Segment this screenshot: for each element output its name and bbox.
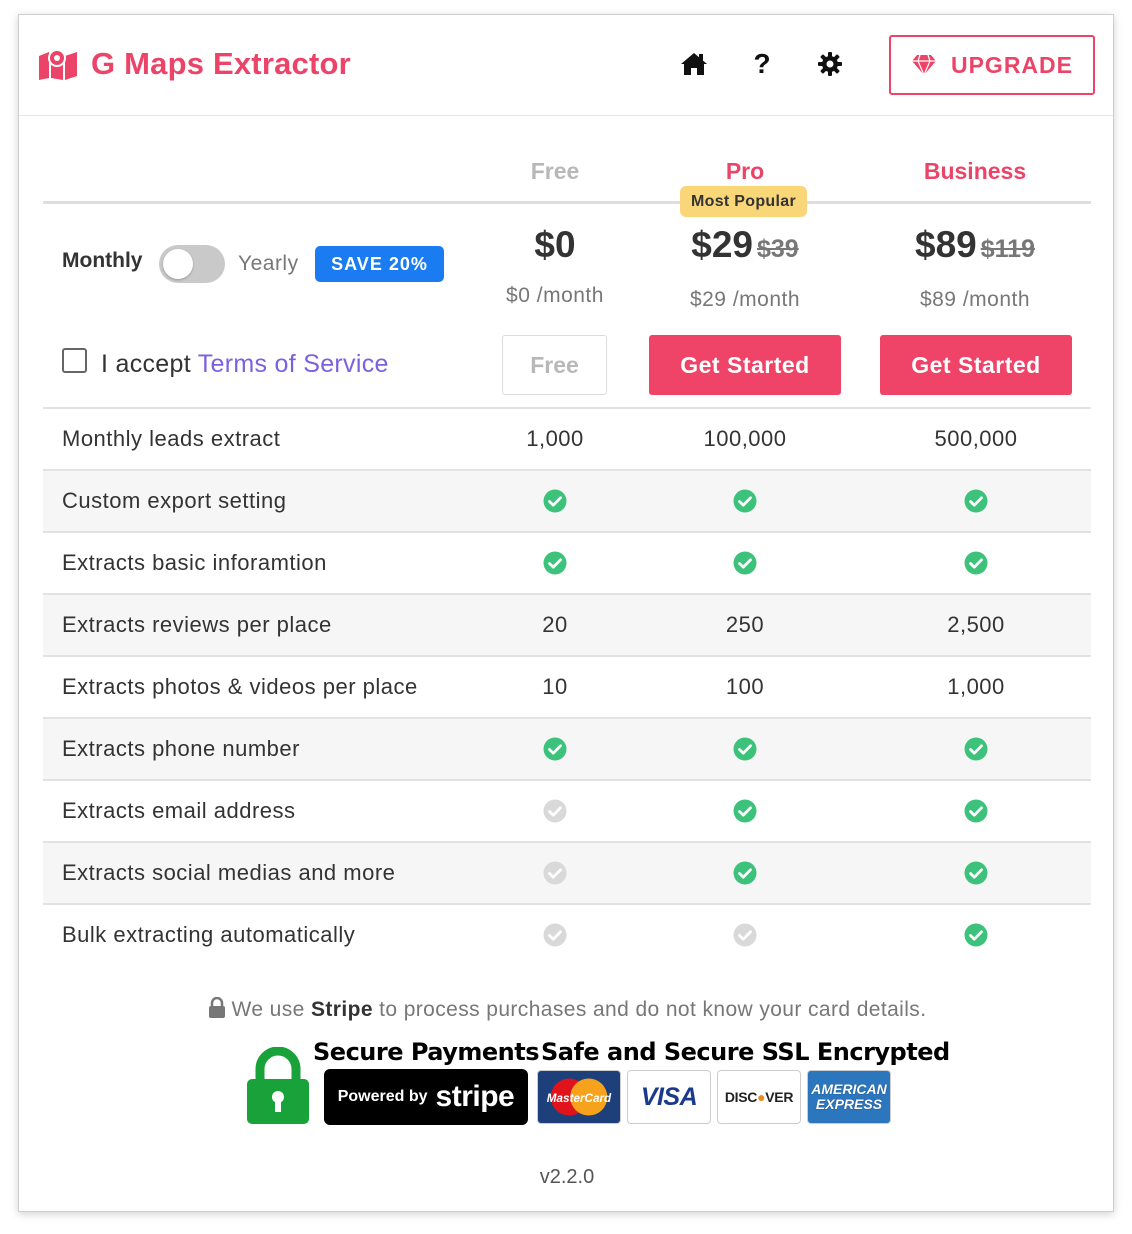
features-table: Monthly leads extract 1,000 100,000 500,000… bbox=[43, 407, 1091, 967]
check-included-icon bbox=[645, 781, 845, 841]
stripe-logo: stripe bbox=[435, 1080, 515, 1113]
stripe-note: We use Stripe to process purchases and d… bbox=[19, 997, 1115, 1022]
feature-value: 500,000 bbox=[934, 426, 1018, 451]
feature-row: Custom export setting bbox=[43, 471, 1091, 533]
feature-name: Extracts basic inforamtion bbox=[62, 550, 327, 575]
terms-checkbox[interactable] bbox=[62, 348, 87, 373]
feature-row: Extracts reviews per place 20 250 2,500 bbox=[43, 595, 1091, 657]
feature-row: Extracts social medias and more bbox=[43, 843, 1091, 905]
feature-value: 100 bbox=[725, 674, 765, 699]
feature-name: Bulk extracting automatically bbox=[62, 922, 356, 947]
price-amount: $29 bbox=[691, 224, 753, 265]
discover-logo: DISC●VER bbox=[717, 1070, 801, 1124]
feature-value: 1,000 bbox=[526, 426, 584, 451]
check-included-icon bbox=[455, 719, 655, 779]
feature-name: Extracts social medias and more bbox=[62, 860, 396, 885]
svg-text:MasterCard: MasterCard bbox=[547, 1092, 612, 1105]
home-icon[interactable] bbox=[679, 49, 709, 79]
map-pin-logo-icon bbox=[39, 49, 77, 80]
check-excluded-icon bbox=[455, 781, 655, 841]
check-included-icon bbox=[876, 781, 1076, 841]
help-icon[interactable]: ? bbox=[747, 48, 777, 79]
check-included-icon bbox=[645, 843, 845, 903]
price-pro: $29 $39 $29 /month bbox=[630, 222, 860, 312]
feature-name: Custom export setting bbox=[62, 488, 287, 513]
business-get-started-button[interactable]: Get Started bbox=[880, 335, 1072, 395]
check-excluded-icon bbox=[455, 905, 655, 965]
ssl-encrypted-title: Safe and Secure SSL Encrypted bbox=[541, 1038, 950, 1066]
feature-value: 10 bbox=[542, 674, 568, 699]
plan-title-pro: Pro bbox=[725, 158, 765, 184]
price-old: $39 bbox=[757, 235, 799, 263]
check-included-icon bbox=[645, 719, 845, 779]
feature-name: Extracts email address bbox=[62, 798, 296, 823]
check-included-icon bbox=[455, 471, 655, 531]
billing-monthly-label: Monthly bbox=[62, 249, 143, 272]
feature-name: Extracts phone number bbox=[62, 736, 300, 761]
check-included-icon bbox=[645, 533, 845, 593]
check-included-icon bbox=[876, 843, 1076, 903]
feature-row: Extracts phone number bbox=[43, 719, 1091, 781]
terms-label: I accept Terms of Service bbox=[101, 350, 389, 378]
american-express-logo: AMERICAN EXPRESS bbox=[807, 1070, 891, 1124]
check-included-icon bbox=[876, 533, 1076, 593]
pro-get-started-button[interactable]: Get Started bbox=[649, 335, 841, 395]
feature-name: Monthly leads extract bbox=[62, 426, 281, 451]
visa-logo: VISA bbox=[627, 1070, 711, 1124]
check-excluded-icon bbox=[455, 843, 655, 903]
upgrade-button[interactable]: UPGRADE bbox=[889, 35, 1095, 95]
most-popular-badge: Most Popular bbox=[680, 186, 807, 217]
check-included-icon bbox=[876, 905, 1076, 965]
check-included-icon bbox=[455, 533, 655, 593]
feature-value: 1,000 bbox=[947, 674, 1005, 699]
feature-value: 250 bbox=[725, 612, 765, 637]
check-included-icon bbox=[876, 719, 1076, 779]
check-excluded-icon bbox=[645, 905, 845, 965]
gear-icon[interactable] bbox=[815, 49, 845, 79]
feature-value: 2,500 bbox=[947, 612, 1005, 637]
app-window: G Maps Extractor ? UPGRADE Free Pro Busi… bbox=[18, 14, 1114, 1212]
free-plan-button[interactable]: Free bbox=[502, 335, 607, 395]
price-per-month: $89 /month bbox=[919, 288, 1031, 311]
version-label: v2.2.0 bbox=[539, 1166, 595, 1188]
secure-payments-title: Secure Payments bbox=[313, 1038, 540, 1066]
save-badge: SAVE 20% bbox=[315, 246, 444, 282]
price-business: $89 $119 $89 /month bbox=[860, 222, 1090, 312]
feature-value: 100,000 bbox=[703, 426, 787, 451]
feature-name: Extracts photos & videos per place bbox=[62, 674, 418, 699]
feature-row: Extracts email address bbox=[43, 781, 1091, 843]
billing-period-toggle[interactable] bbox=[159, 245, 225, 283]
app-title: G Maps Extractor bbox=[91, 46, 351, 81]
feature-value: 20 bbox=[542, 612, 568, 637]
check-included-icon bbox=[645, 471, 845, 531]
feature-row: Monthly leads extract 1,000 100,000 500,000 bbox=[43, 409, 1091, 471]
green-padlock-icon bbox=[247, 1047, 309, 1124]
lock-icon bbox=[208, 997, 225, 1018]
feature-row: Extracts basic inforamtion bbox=[43, 533, 1091, 595]
header-divider bbox=[43, 201, 1091, 204]
feature-row: Bulk extracting automatically bbox=[43, 905, 1091, 967]
app-header: G Maps Extractor ? UPGRADE bbox=[19, 15, 1113, 116]
price-amount: $89 bbox=[915, 224, 977, 265]
billing-yearly-label: Yearly bbox=[238, 252, 299, 275]
feature-row: Extracts photos & videos per place 10 100 1… bbox=[43, 657, 1091, 719]
price-old: $119 bbox=[980, 235, 1035, 263]
terms-of-service-link[interactable]: Terms of Service bbox=[198, 350, 389, 378]
feature-name: Extracts reviews per place bbox=[62, 612, 332, 637]
price-amount: $0 bbox=[534, 224, 576, 265]
check-included-icon bbox=[876, 471, 1076, 531]
mastercard-logo: MasterCard bbox=[537, 1070, 621, 1124]
toggle-knob bbox=[163, 249, 193, 279]
plan-title-free: Free bbox=[530, 158, 580, 184]
upgrade-label: UPGRADE bbox=[950, 51, 1073, 78]
diamond-icon bbox=[911, 54, 936, 76]
price-per-month: $29 /month bbox=[689, 288, 801, 311]
plan-title-business: Business bbox=[923, 158, 1027, 184]
powered-by-stripe-badge: Powered by stripe bbox=[324, 1069, 528, 1125]
